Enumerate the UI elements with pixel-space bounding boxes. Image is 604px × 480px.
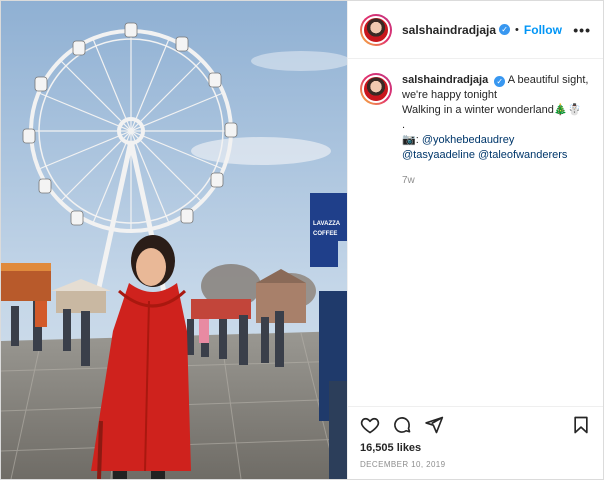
avatar[interactable] [360, 13, 392, 46]
comments-area: salshaindradjaja ✓ A beautiful sight, we… [348, 59, 603, 406]
comment-icon[interactable] [392, 415, 412, 435]
caption-avatar-image [362, 75, 390, 103]
caption-line-4: . [402, 119, 406, 131]
caption-avatar[interactable] [360, 73, 392, 105]
bookmark-icon[interactable] [571, 415, 591, 435]
svg-text:LAVAZZA: LAVAZZA [313, 221, 341, 227]
post-header: salshaindradjaja ✓ • Follow ••• [348, 1, 603, 59]
post-photo[interactable]: LAVAZZA COFFEE [1, 1, 347, 479]
caption-username[interactable]: salshaindradjaja [402, 74, 488, 86]
mention-link[interactable]: @taleofwanderers [478, 149, 567, 161]
photo-illustration: LAVAZZA COFFEE [1, 1, 347, 479]
mention-link[interactable]: @yokhebedaudrey [422, 134, 515, 146]
verified-badge-icon: ✓ [499, 24, 511, 35]
header-username[interactable]: salshaindradjaja [402, 23, 496, 37]
separator-dot: • [515, 23, 519, 36]
caption-line-2: we're happy tonight [402, 89, 498, 101]
caption-line-3: Walking in a winter wonderland🎄☃️ [402, 104, 582, 116]
caption-verified-badge-icon: ✓ [494, 76, 506, 87]
instagram-post: LAVAZZA COFFEE salshaindradjaja ✓ • Foll… [0, 0, 604, 480]
time-ago[interactable]: 7w [402, 173, 588, 188]
heart-icon[interactable] [360, 415, 380, 435]
caption-line-1: A beautiful sight, [507, 74, 589, 86]
more-options-icon[interactable]: ••• [573, 22, 591, 38]
share-icon[interactable] [424, 415, 444, 435]
action-bar [348, 406, 603, 442]
mention-link[interactable]: @tasyaadeline [402, 149, 475, 161]
avatar-image [362, 15, 390, 44]
follow-button[interactable]: Follow [524, 23, 562, 37]
svg-text:COFFEE: COFFEE [313, 231, 337, 237]
post-sidebar: salshaindradjaja ✓ • Follow ••• salshain… [347, 1, 603, 479]
likes-count[interactable]: 16,505 likes [348, 442, 603, 454]
camera-icon: 📷 [402, 134, 416, 146]
post-date[interactable]: DECEMBER 10, 2019 [348, 454, 603, 469]
caption: salshaindradjaja ✓ A beautiful sight, we… [402, 74, 589, 188]
caption-row: salshaindradjaja ✓ A beautiful sight, we… [360, 73, 591, 188]
